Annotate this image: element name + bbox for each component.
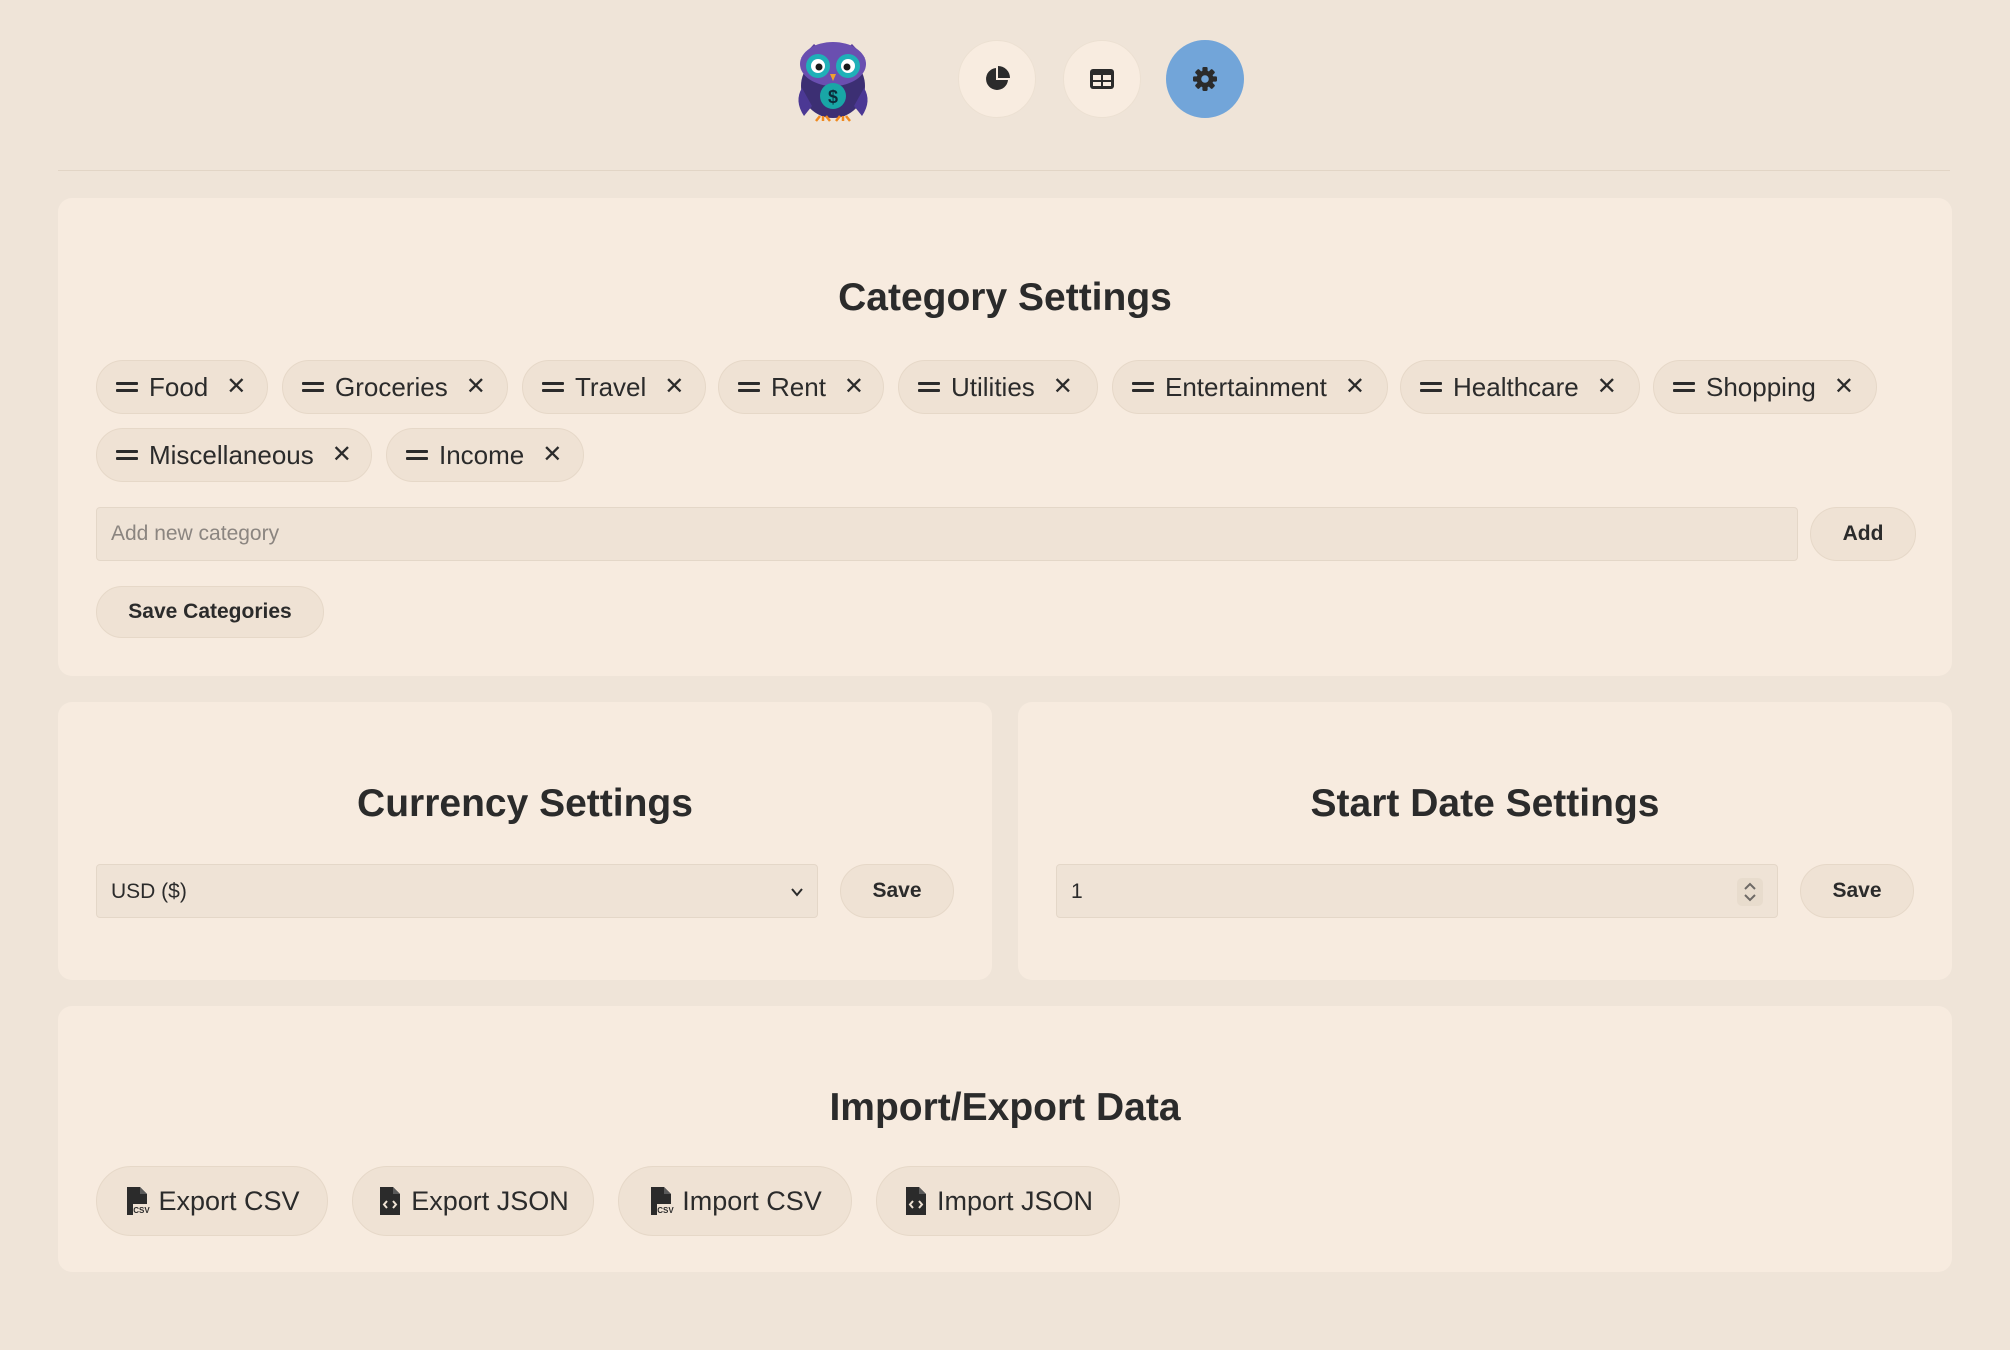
drag-handle-icon[interactable] bbox=[1420, 381, 1442, 393]
remove-icon[interactable]: ✕ bbox=[226, 375, 246, 399]
drag-handle-icon[interactable] bbox=[406, 449, 428, 461]
currency-selected-value: USD ($) bbox=[111, 880, 187, 903]
start-date-settings-card: Start Date Settings 1 Save bbox=[1018, 702, 1952, 980]
number-stepper-icon[interactable] bbox=[1737, 878, 1763, 906]
export-json-label: Export JSON bbox=[411, 1185, 569, 1216]
category-label: Food bbox=[149, 371, 209, 402]
remove-icon[interactable]: ✕ bbox=[542, 443, 562, 467]
start-date-value: 1 bbox=[1071, 880, 1083, 903]
import-export-title: Import/Export Data bbox=[829, 1086, 1181, 1129]
drag-handle-icon[interactable] bbox=[1132, 381, 1154, 393]
import-json-button[interactable]: Import JSON bbox=[876, 1166, 1120, 1236]
category-settings-card: Category Settings Food ✕ Groceries ✕ Tra… bbox=[58, 198, 1952, 676]
export-csv-button[interactable]: CSV Export CSV bbox=[96, 1166, 328, 1236]
category-chip[interactable]: Miscellaneous ✕ bbox=[96, 428, 372, 482]
remove-icon[interactable]: ✕ bbox=[1597, 375, 1617, 399]
drag-handle-icon[interactable] bbox=[116, 449, 138, 461]
start-date-input[interactable]: 1 bbox=[1056, 864, 1778, 918]
new-category-input[interactable] bbox=[96, 507, 1798, 561]
currency-settings-title: Currency Settings bbox=[357, 782, 693, 825]
category-chip[interactable]: Rent ✕ bbox=[718, 360, 884, 414]
export-json-button[interactable]: Export JSON bbox=[352, 1166, 594, 1236]
nav-settings-button[interactable] bbox=[1166, 40, 1244, 118]
category-label: Utilities bbox=[951, 371, 1035, 402]
drag-handle-icon[interactable] bbox=[116, 381, 138, 393]
drag-handle-icon[interactable] bbox=[738, 381, 760, 393]
import-json-label: Import JSON bbox=[936, 1185, 1094, 1216]
category-settings-title: Category Settings bbox=[838, 276, 1172, 319]
remove-icon[interactable]: ✕ bbox=[1834, 375, 1854, 399]
drag-handle-icon[interactable] bbox=[542, 381, 564, 393]
category-chip[interactable]: Entertainment ✕ bbox=[1112, 360, 1388, 414]
nav-dashboard-button[interactable] bbox=[958, 40, 1036, 118]
svg-text:$: $ bbox=[828, 87, 838, 107]
remove-icon[interactable]: ✕ bbox=[1345, 375, 1365, 399]
start-date-settings-title: Start Date Settings bbox=[1310, 782, 1660, 825]
category-chip[interactable]: Income ✕ bbox=[386, 428, 584, 482]
export-csv-label: Export CSV bbox=[158, 1185, 300, 1216]
pie-chart-icon bbox=[986, 66, 1010, 90]
remove-icon[interactable]: ✕ bbox=[844, 375, 864, 399]
top-navigation: $ bbox=[0, 0, 2010, 172]
category-chip[interactable]: Food ✕ bbox=[96, 360, 268, 414]
remove-icon[interactable]: ✕ bbox=[1053, 375, 1073, 399]
currency-settings-card: Currency Settings USD ($) Save bbox=[58, 702, 992, 980]
csv-file-icon: CSV bbox=[127, 1187, 151, 1215]
category-chip[interactable]: Shopping ✕ bbox=[1653, 360, 1877, 414]
owl-logo-icon: $ bbox=[798, 42, 868, 122]
drag-handle-icon[interactable] bbox=[918, 381, 940, 393]
save-start-date-button[interactable]: Save bbox=[1800, 864, 1914, 918]
drag-handle-icon[interactable] bbox=[302, 381, 324, 393]
import-csv-label: Import CSV bbox=[682, 1185, 822, 1216]
add-category-button[interactable]: Add bbox=[1810, 507, 1916, 561]
svg-text:CSV: CSV bbox=[134, 1206, 151, 1215]
header-divider bbox=[58, 170, 1950, 171]
table-icon bbox=[1090, 69, 1114, 89]
remove-icon[interactable]: ✕ bbox=[466, 375, 486, 399]
category-label: Groceries bbox=[335, 371, 448, 402]
category-label: Shopping bbox=[1706, 371, 1816, 402]
nav-table-button[interactable] bbox=[1063, 40, 1141, 118]
remove-icon[interactable]: ✕ bbox=[664, 375, 684, 399]
currency-select[interactable]: USD ($) bbox=[96, 864, 818, 918]
save-categories-button[interactable]: Save Categories bbox=[96, 586, 324, 638]
csv-file-icon: CSV bbox=[651, 1187, 675, 1215]
category-chip[interactable]: Healthcare ✕ bbox=[1400, 360, 1640, 414]
category-label: Healthcare bbox=[1453, 371, 1579, 402]
drag-handle-icon[interactable] bbox=[1673, 381, 1695, 393]
save-currency-button[interactable]: Save bbox=[840, 864, 954, 918]
category-chip[interactable]: Travel ✕ bbox=[522, 360, 706, 414]
category-chip[interactable]: Groceries ✕ bbox=[282, 360, 508, 414]
import-csv-button[interactable]: CSV Import CSV bbox=[618, 1166, 852, 1236]
category-label: Miscellaneous bbox=[149, 439, 314, 470]
svg-text:CSV: CSV bbox=[657, 1206, 674, 1215]
remove-icon[interactable]: ✕ bbox=[332, 443, 352, 467]
category-label: Rent bbox=[771, 371, 826, 402]
category-chip[interactable]: Utilities ✕ bbox=[898, 360, 1098, 414]
json-file-icon bbox=[380, 1187, 401, 1215]
category-label: Entertainment bbox=[1165, 371, 1327, 402]
chevron-down-icon bbox=[791, 888, 803, 897]
category-label: Income bbox=[439, 439, 525, 470]
gear-icon bbox=[1193, 67, 1217, 91]
category-label: Travel bbox=[575, 371, 647, 402]
json-file-icon bbox=[905, 1187, 926, 1215]
